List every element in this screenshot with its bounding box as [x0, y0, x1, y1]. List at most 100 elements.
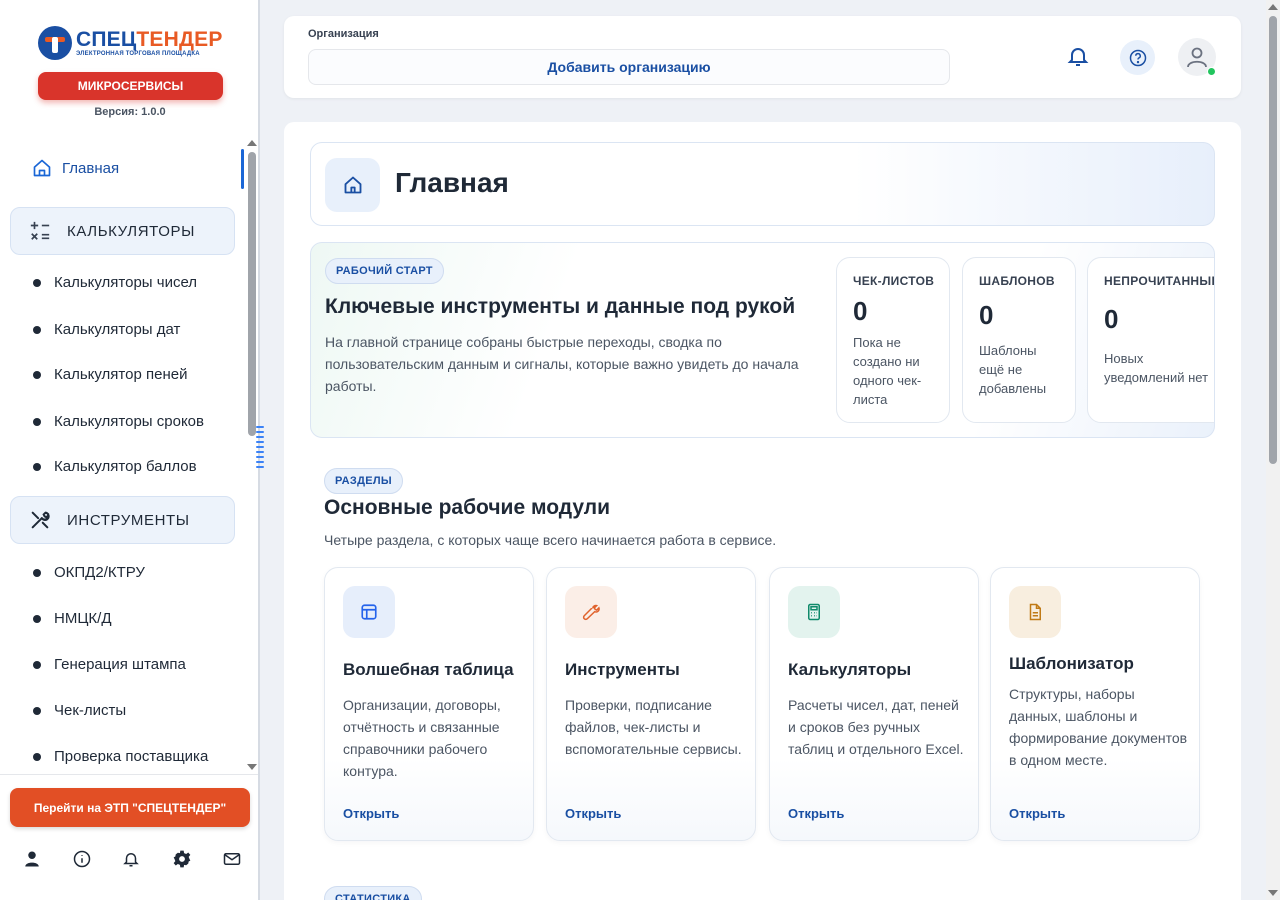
sidebar-item-date-calculators[interactable]: Калькуляторы дат — [33, 321, 180, 338]
stat-unread[interactable]: НЕПРОЧИТАННЫЕ 0 Новых уведомлений нет — [1087, 257, 1215, 423]
brand-subtitle: ЭЛЕКТРОННАЯ ТОРГОВАЯ ПЛОЩАДКА — [76, 51, 200, 57]
sidebar-item-home[interactable]: Главная — [32, 158, 119, 178]
module-open-link[interactable]: Открыть — [343, 806, 399, 821]
add-organization-button[interactable]: Добавить организацию — [308, 49, 950, 85]
sidebar-item-nmck[interactable]: НМЦК/Д — [33, 610, 112, 627]
sidebar-item-label: Калькуляторы сроков — [54, 413, 204, 430]
stat-label: НЕПРОЧИТАННЫЕ — [1104, 274, 1215, 288]
topbar: Организация Добавить организацию — [284, 16, 1241, 98]
tools-icon — [31, 511, 50, 529]
page-scrollbar[interactable] — [1266, 0, 1280, 900]
sidebar-item-label: ОКПД2/КТРУ — [54, 564, 145, 581]
footer-icons — [0, 847, 258, 871]
scroll-up-icon[interactable] — [1268, 4, 1278, 10]
module-description: Проверки, подписание файлов, чек-листы и… — [565, 697, 742, 757]
page-scroll-thumb[interactable] — [1269, 16, 1277, 464]
document-icon — [1009, 586, 1061, 638]
module-card-magic-table[interactable]: Волшебная таблица Организации, договоры,… — [324, 567, 534, 841]
page-header: Главная — [310, 142, 1215, 226]
avatar-icon — [1187, 47, 1207, 68]
sections-description: Четыре раздела, с которых чаще всего нач… — [324, 532, 777, 548]
work-start-card: РАБОЧИЙ СТАРТ Ключевые инструменты и дан… — [310, 242, 1215, 438]
module-description: Структуры, наборы данных, шаблоны и форм… — [1009, 686, 1188, 768]
sidebar-item-label: Калькуляторы чисел — [54, 274, 198, 291]
module-description: Расчеты чисел, дат, пеней и сроков без р… — [788, 697, 964, 757]
module-card-templater[interactable]: Шаблонизатор Структуры, наборы данных, ш… — [990, 567, 1200, 841]
main-content: Главная РАБОЧИЙ СТАРТ Ключевые инструмен… — [284, 122, 1241, 900]
module-card-calculators[interactable]: Калькуляторы Расчеты чисел, дат, пеней и… — [769, 567, 979, 841]
stat-label: ШАБЛОНОВ — [979, 274, 1055, 288]
sidebar-item-stamp[interactable]: Генерация штампа — [33, 656, 186, 673]
home-icon — [33, 159, 51, 177]
sidebar-item-label: Генерация штампа — [54, 656, 186, 673]
module-open-link[interactable]: Открыть — [565, 806, 621, 821]
bullet-icon — [33, 660, 41, 669]
scroll-down-icon[interactable] — [247, 764, 257, 770]
mail-icon[interactable] — [220, 847, 244, 871]
active-indicator — [241, 149, 244, 189]
sidebar-item-okpd[interactable]: ОКПД2/КТРУ — [33, 564, 145, 581]
sidebar-resize-handle[interactable] — [256, 426, 264, 474]
microservices-button[interactable]: МИКРОСЕРВИСЫ — [38, 72, 223, 100]
stat-value: 0 — [979, 300, 994, 330]
module-open-link[interactable]: Открыть — [788, 806, 844, 821]
sections-badge: РАЗДЕЛЫ — [324, 468, 403, 494]
bell-icon[interactable] — [1066, 44, 1090, 68]
scroll-down-icon[interactable] — [1268, 890, 1278, 896]
module-description: Организации, договоры, отчётность и связ… — [343, 697, 501, 779]
home-icon — [325, 158, 380, 212]
page-title: Главная — [395, 167, 509, 198]
online-status-dot — [1207, 67, 1216, 76]
gear-icon[interactable] — [170, 847, 194, 871]
stat-templates[interactable]: ШАБЛОНОВ 0 Шаблоны ещё не добавлены — [962, 257, 1076, 423]
module-open-link[interactable]: Открыть — [1009, 806, 1065, 821]
bell-icon[interactable] — [119, 847, 143, 871]
sidebar-item-penalty-calculator[interactable]: Калькулятор пеней — [33, 366, 187, 383]
brand-logo[interactable]: СПЕЦТЕНДЕР ЭЛЕКТРОННАЯ ТОРГОВАЯ ПЛОЩАДКА — [38, 26, 228, 60]
bullet-icon — [33, 417, 41, 426]
bullet-icon — [33, 370, 41, 379]
sidebar: СПЕЦТЕНДЕР ЭЛЕКТРОННАЯ ТОРГОВАЯ ПЛОЩАДКА… — [0, 0, 260, 900]
go-to-etp-button[interactable]: Перейти на ЭТП "СПЕЦТЕНДЕР" — [10, 788, 250, 827]
organization-label: Организация — [308, 28, 379, 40]
sidebar-item-label: Проверка поставщика — [54, 748, 209, 765]
scroll-up-icon[interactable] — [247, 140, 257, 146]
module-title: Шаблонизатор — [1009, 654, 1134, 673]
sidebar-item-term-calculators[interactable]: Калькуляторы сроков — [33, 413, 204, 430]
stat-value: 0 — [1104, 304, 1119, 334]
sections-title: Основные рабочие модули — [324, 496, 611, 519]
sidebar-group-label: ИНСТРУМЕНТЫ — [67, 511, 190, 529]
info-icon[interactable] — [70, 847, 94, 871]
sidebar-item-label: НМЦК/Д — [54, 610, 112, 627]
bullet-icon — [33, 752, 41, 761]
sidebar-item-label: Калькуляторы дат — [54, 321, 181, 338]
calculator-icon — [788, 586, 840, 638]
sidebar-nav: Главная КАЛЬКУЛЯТОРЫ Калькуляторы чисел … — [0, 138, 258, 774]
module-card-tools[interactable]: Инструменты Проверки, подписание файлов,… — [546, 567, 756, 841]
sidebar-item-label: Чек-листы — [54, 702, 127, 719]
table-icon — [343, 586, 395, 638]
help-icon[interactable] — [1120, 40, 1155, 75]
sidebar-group-label: КАЛЬКУЛЯТОРЫ — [67, 222, 196, 240]
sidebar-group-calculators[interactable]: КАЛЬКУЛЯТОРЫ — [10, 207, 235, 255]
app-version: Версия: 1.0.0 — [94, 106, 166, 118]
logo-mark-icon — [38, 26, 72, 60]
sidebar-scroll-thumb[interactable] — [248, 152, 256, 436]
wrench-icon — [565, 586, 617, 638]
bullet-icon — [33, 568, 41, 577]
work-start-badge: РАБОЧИЙ СТАРТ — [325, 258, 444, 284]
calculator-ops-icon — [30, 221, 50, 240]
module-title: Инструменты — [565, 660, 680, 679]
work-start-title: Ключевые инструменты и данные под рукой — [325, 295, 796, 318]
sidebar-group-tools[interactable]: ИНСТРУМЕНТЫ — [10, 496, 235, 544]
stat-value: 0 — [853, 296, 868, 326]
sidebar-item-checklists[interactable]: Чек-листы — [33, 702, 126, 719]
user-icon[interactable] — [20, 847, 44, 871]
stat-description: Новых уведомлений нет — [1104, 351, 1209, 385]
sidebar-item-supplier-check[interactable]: Проверка поставщика — [33, 748, 208, 765]
sidebar-item-number-calculators[interactable]: Калькуляторы чисел — [33, 274, 197, 291]
sidebar-item-label: Главная — [62, 159, 120, 177]
stat-checklists[interactable]: ЧЕК-ЛИСТОВ 0 Пока не создано ни одного ч… — [836, 257, 950, 423]
stat-label: ЧЕК-ЛИСТОВ — [853, 274, 935, 288]
sidebar-item-score-calculator[interactable]: Калькулятор баллов — [33, 458, 197, 475]
